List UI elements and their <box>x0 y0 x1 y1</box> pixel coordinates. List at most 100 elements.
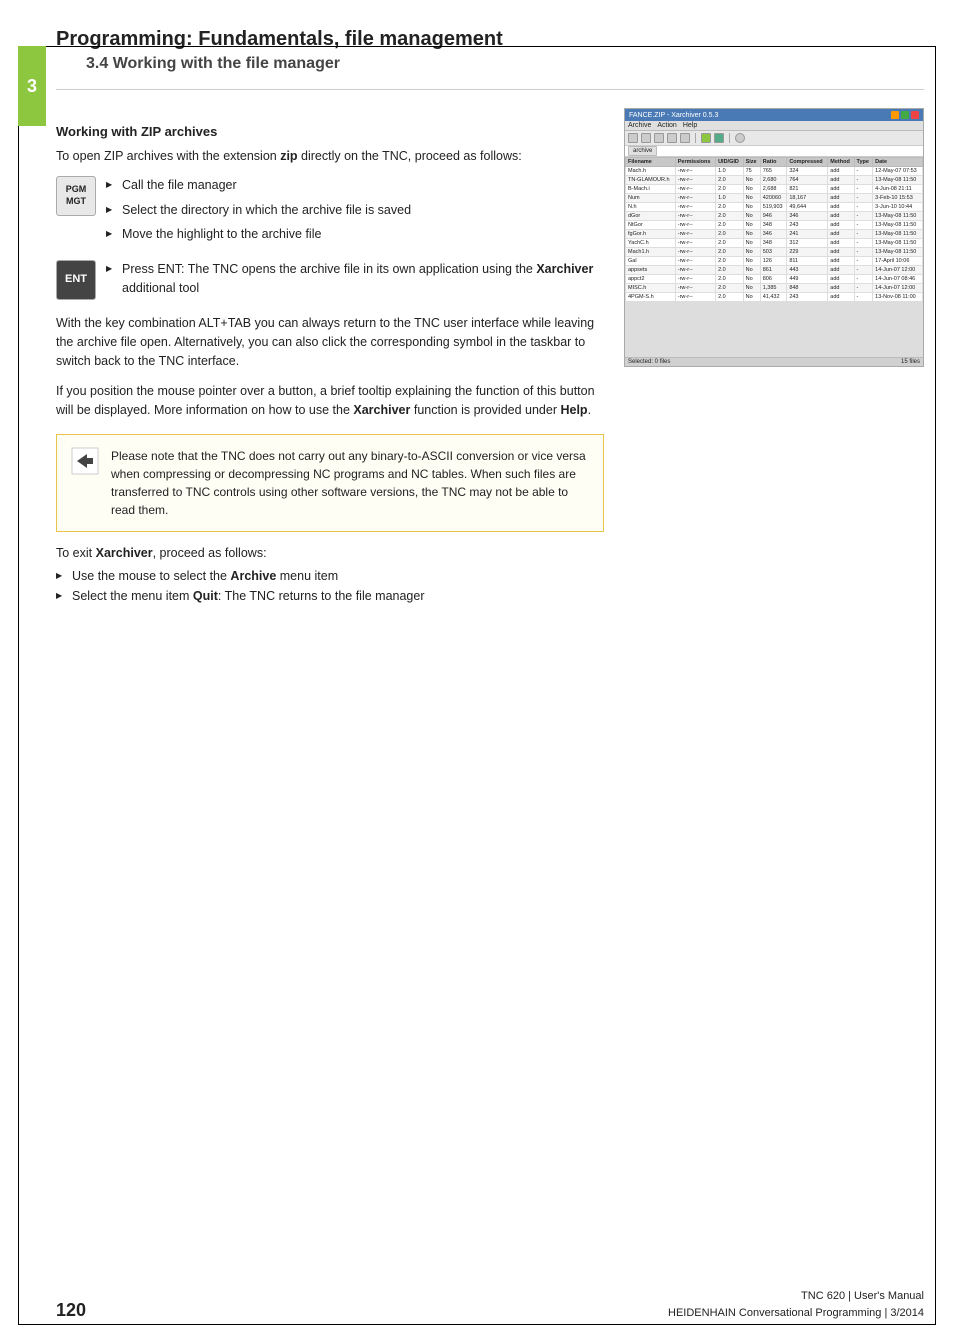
ss-menu-archive: Archive <box>628 122 651 129</box>
ss-table-cell: 346 <box>787 212 828 221</box>
ss-table-row: Gal-rw-r--2.0No126811add-17-April 10:06 <box>626 257 923 266</box>
ss-table-cell: No <box>743 176 760 185</box>
ss-table-row: appct2-rw-r--2.0No806449add-14-Jun-07 08… <box>626 275 923 284</box>
ss-table-row: TN-GLAMOUR.h-rw-r--2.0No2,680764add-13-M… <box>626 176 923 185</box>
ss-table-area: Filename Permissions UID/GID Size Ratio … <box>625 157 923 357</box>
ss-table-cell: No <box>743 284 760 293</box>
ss-table-cell: 3-Feb-10 15:53 <box>873 194 923 203</box>
ss-table-cell: - <box>854 266 873 275</box>
ss-table-cell: 2,688 <box>760 185 787 194</box>
note-arrow-icon <box>71 447 99 475</box>
ss-table-row: NtGor-rw-r--2.0No348243add-13-May-08 11:… <box>626 221 923 230</box>
ss-table-cell: YachC.h <box>626 239 676 248</box>
ss-tb-btn-5 <box>680 133 690 143</box>
ss-table-cell: 2.0 <box>716 239 744 248</box>
ss-col-method: Method <box>828 158 854 167</box>
ss-table-cell: 13-May-08 11:50 <box>873 176 923 185</box>
ss-table-cell: 14-Jun-07 12:00 <box>873 284 923 293</box>
ss-table-cell: 503 <box>760 248 787 257</box>
ss-table-cell: add <box>828 221 854 230</box>
body-para-1: With the key combination ALT+TAB you can… <box>56 314 604 372</box>
ss-table-cell: 765 <box>760 167 787 176</box>
ss-table-cell: 2.0 <box>716 176 744 185</box>
ss-table-cell: 811 <box>787 257 828 266</box>
ss-table-cell: 1,385 <box>760 284 787 293</box>
ss-status-text: Selected: 0 files <box>628 359 670 365</box>
ss-table-cell: No <box>743 275 760 284</box>
section-heading: Working with ZIP archives <box>56 124 604 139</box>
ss-file-count: 15 files <box>901 359 920 365</box>
ss-table-cell: - <box>854 194 873 203</box>
chapter-tab: 3 <box>18 46 46 126</box>
ss-table-cell: 18,167 <box>787 194 828 203</box>
steps-list-1: Call the file manager Select the directo… <box>106 176 604 250</box>
ss-table-cell: 348 <box>760 239 787 248</box>
ss-table-cell: No <box>743 230 760 239</box>
ss-table-cell: 821 <box>787 185 828 194</box>
exit-list: Use the mouse to select the Archive menu… <box>56 566 604 606</box>
ss-table-cell: N.h <box>626 203 676 212</box>
ss-table-cell: -rw-r-- <box>675 194 715 203</box>
ss-table-cell: No <box>743 239 760 248</box>
ss-table-cell: No <box>743 203 760 212</box>
ss-table-row: B-Mach.i-rw-r--2.0No2,688821add-4-Jun-08… <box>626 185 923 194</box>
steps-list-2: Press ENT: The TNC opens the archive fil… <box>106 260 604 304</box>
ss-col-date: Date <box>873 158 923 167</box>
ss-table-cell: - <box>854 275 873 284</box>
ss-table-cell: No <box>743 185 760 194</box>
ss-table-cell: - <box>854 284 873 293</box>
ss-table-cell: -rw-r-- <box>675 176 715 185</box>
ss-titlebar: FANCE.ZIP - Xarchiver 0.5.3 <box>625 109 923 121</box>
ss-table-cell: 519,903 <box>760 203 787 212</box>
ss-table-cell: add <box>828 257 854 266</box>
pgm-mgt-key: PGM MGT <box>56 176 96 216</box>
ss-table-cell: 2.0 <box>716 203 744 212</box>
ss-table-cell: 17-April 10:06 <box>873 257 923 266</box>
ss-table-cell: 420060 <box>760 194 787 203</box>
ss-table-cell: - <box>854 230 873 239</box>
note-box: Please note that the TNC does not carry … <box>56 434 604 532</box>
ss-table-cell: 13-May-08 11:50 <box>873 230 923 239</box>
ss-col-filename: Filename <box>626 158 676 167</box>
left-column: Working with ZIP archives To open ZIP ar… <box>56 108 604 606</box>
ss-table-cell: 806 <box>760 275 787 284</box>
steps-block-ent: ENT Press ENT: The TNC opens the archive… <box>56 260 604 304</box>
ss-path-bar: archive <box>625 146 923 157</box>
page-header: Programming: Fundamentals, file manageme… <box>56 28 924 79</box>
ss-table-cell: appsets <box>626 266 676 275</box>
ss-table-cell: -rw-r-- <box>675 275 715 284</box>
ss-table-cell: add <box>828 248 854 257</box>
ss-table-cell: Mach.h <box>626 167 676 176</box>
ss-table-cell: 243 <box>787 221 828 230</box>
ss-table-cell: 764 <box>787 176 828 185</box>
ss-table-cell: MISC.h <box>626 284 676 293</box>
ss-table-cell: 861 <box>760 266 787 275</box>
ss-table-cell: 4PGM-S.h <box>626 293 676 302</box>
ss-table-cell: -rw-r-- <box>675 239 715 248</box>
ss-table-row: MISC.h-rw-r--2.0No1,385848add-14-Jun-07 … <box>626 284 923 293</box>
ss-table-cell: 2.0 <box>716 257 744 266</box>
section-intro: To open ZIP archives with the extension … <box>56 147 604 166</box>
ss-title: FANCE.ZIP - Xarchiver 0.5.3 <box>629 112 718 119</box>
ss-table-cell: add <box>828 167 854 176</box>
ss-table-row: Mach.h-rw-r--1.075765324add-12-May-07 07… <box>626 167 923 176</box>
ss-table-cell: -rw-r-- <box>675 266 715 275</box>
chapter-number: 3 <box>27 76 37 97</box>
ss-table-cell: 229 <box>787 248 828 257</box>
ss-col-compressed: Compressed <box>787 158 828 167</box>
ss-table-cell: 13-May-08 11:50 <box>873 212 923 221</box>
ss-tb-btn-7 <box>714 133 724 143</box>
ss-table-cell: add <box>828 176 854 185</box>
ss-table-cell: 449 <box>787 275 828 284</box>
ss-table-cell: No <box>743 266 760 275</box>
footer-line1: TNC 620 | User's Manual <box>668 1288 924 1305</box>
ss-table-cell: -rw-r-- <box>675 284 715 293</box>
ss-col-perm: Permissions <box>675 158 715 167</box>
ss-table-cell: 13-May-08 11:50 <box>873 221 923 230</box>
ss-table-row: N.h-rw-r--2.0No519,90349,644add-3-Jun-10… <box>626 203 923 212</box>
exit-step-1: Use the mouse to select the Archive menu… <box>56 566 604 586</box>
ss-col-uid: UID/GID <box>716 158 744 167</box>
ss-table-cell: 1.0 <box>716 167 744 176</box>
page-footer: 120 TNC 620 | User's Manual HEIDENHAIN C… <box>56 1288 924 1321</box>
ss-table-cell: - <box>854 212 873 221</box>
